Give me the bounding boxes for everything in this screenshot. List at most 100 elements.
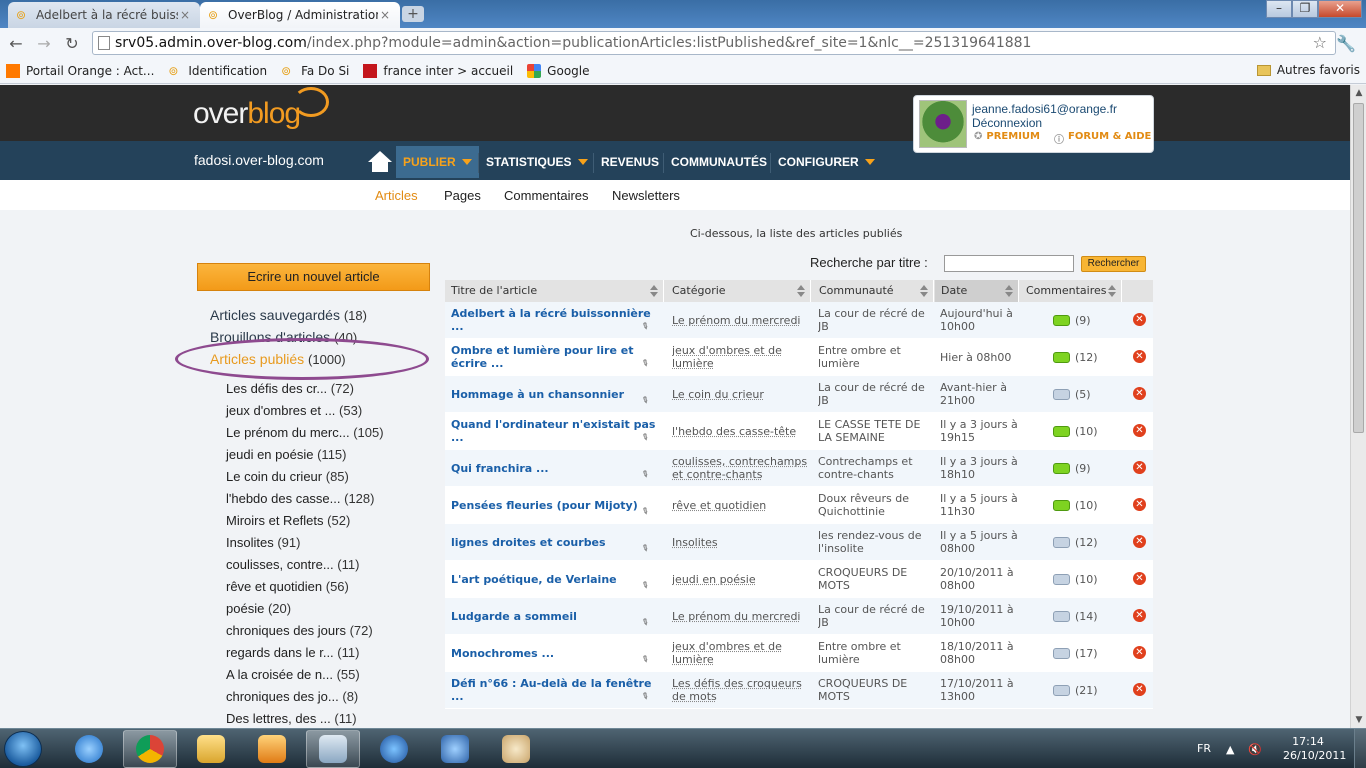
logout-link[interactable]: Déconnexion [972,116,1042,130]
table-row[interactable]: L'art poétique, de Verlaine ✎ jeudi en poé… [445,561,1153,598]
header-title[interactable]: Titre de l'article [445,280,664,302]
article-category-link[interactable]: Les défis des croqueurs de mots [672,672,812,708]
article-comments[interactable]: (12) [1053,524,1123,560]
table-row[interactable]: Ombre et lumière pour lire et écrire ...… [445,339,1153,376]
header-community[interactable]: Communauté [813,280,934,302]
article-title-link[interactable]: Ludgarde a sommeil [451,598,664,634]
taskbar-explorer[interactable] [184,730,238,768]
minimize-button[interactable]: – [1266,0,1292,18]
language-indicator[interactable]: FR [1197,742,1211,755]
table-row[interactable]: Monochromes ... ✎ jeux d'ombres et de lumi… [445,635,1153,672]
header-category[interactable]: Catégorie [666,280,811,302]
category-item[interactable]: chroniques des jo... (8) [226,689,358,704]
article-title-link[interactable]: Défi n°66 : Au-delà de la fenêtre ... [451,672,664,708]
menu-communautes[interactable]: COMMUNAUTÉS [664,146,774,178]
category-item[interactable]: Le coin du crieur (85) [226,469,349,484]
scroll-down-icon[interactable]: ▼ [1351,712,1366,728]
taskbar-paint[interactable] [489,730,543,768]
article-comments[interactable]: (14) [1053,598,1123,634]
category-item[interactable]: Le prénom du merc... (105) [226,425,384,440]
maximize-button[interactable]: ❐ [1292,0,1318,18]
category-item[interactable]: Les défis des cr... (72) [226,381,354,396]
delete-icon[interactable]: ✕ [1133,498,1146,511]
table-row[interactable]: lignes droites et courbes ✎ Insolites les r… [445,524,1153,561]
taskbar-itunes[interactable] [367,730,421,768]
article-category-link[interactable]: l'hebdo des casse-tête [672,413,812,449]
overblog-logo[interactable]: overblog [193,97,301,131]
table-row[interactable]: Ludgarde a sommeil ✎ Le prénom du mercredi… [445,598,1153,635]
taskbar-chrome[interactable] [123,730,177,768]
search-button[interactable]: Rechercher [1081,256,1146,272]
close-tab-icon[interactable]: × [378,8,392,22]
article-title-link[interactable]: lignes droites et courbes [451,524,664,560]
tab-adelbert[interactable]: ⊚ Adelbert à la récré buissonn × [8,2,200,28]
category-item[interactable]: jeux d'ombres et ... (53) [226,403,362,418]
forward-arrow-icon[interactable]: → [34,34,54,54]
speaker-muted-icon[interactable]: 🔇 [1248,743,1262,756]
menu-configurer[interactable]: CONFIGURER [771,146,882,178]
article-title-link[interactable]: Monochromes ... [451,635,664,671]
article-title-link[interactable]: L'art poétique, de Verlaine [451,561,664,597]
article-comments[interactable]: (21) [1053,672,1123,708]
article-comments[interactable]: (12) [1053,339,1123,375]
header-comments[interactable]: Commentaires [1020,280,1122,302]
delete-icon[interactable]: ✕ [1133,572,1146,585]
article-title-link[interactable]: Qui franchira ... [451,450,664,486]
article-category-link[interactable]: jeudi en poésie [672,561,812,597]
category-item[interactable]: rêve et quotidien (56) [226,579,349,594]
table-row[interactable]: Défi n°66 : Au-delà de la fenêtre ... ✎ Le… [445,672,1153,709]
address-bar[interactable]: srv05.admin.over-blog.com/index.php?modu… [92,31,1336,55]
category-item[interactable]: coulisses, contre... (11) [226,557,359,572]
premium-link[interactable]: PREMIUM [986,131,1040,146]
subnav-pages[interactable]: Pages [444,188,481,203]
header-date[interactable]: Date [935,280,1019,302]
bookmark-google[interactable]: Google [527,63,590,78]
tab-overblog-admin[interactable]: ⊚ OverBlog / Administration [ × [200,2,400,28]
wrench-icon[interactable]: 🔧 [1336,34,1356,53]
home-icon[interactable] [368,151,392,173]
category-item[interactable]: poésie (20) [226,601,291,616]
article-comments[interactable]: (9) [1053,302,1123,338]
reload-icon[interactable]: ↻ [62,34,82,54]
delete-icon[interactable]: ✕ [1133,535,1146,548]
table-row[interactable]: Hommage à un chansonnier ✎ Le coin du crie… [445,376,1153,413]
article-comments[interactable]: (10) [1053,413,1123,449]
article-category-link[interactable]: coulisses, contrechamps et contre-chants [672,450,812,486]
show-desktop-button[interactable] [1354,729,1366,768]
table-row[interactable]: Qui franchira ... ✎ coulisses, contrechamp… [445,450,1153,487]
bookmark-identification[interactable]: ⊚ Identification [168,64,267,78]
subnav-newsletters[interactable]: Newsletters [612,188,680,203]
delete-icon[interactable]: ✕ [1133,646,1146,659]
bookmark-star-icon[interactable]: ☆ [1313,33,1327,52]
menu-statistiques[interactable]: STATISTIQUES [479,146,595,178]
category-item[interactable]: Miroirs et Reflets (52) [226,513,350,528]
table-row[interactable]: Quand l'ordinateur n'existait pas ... ✎ l'… [445,413,1153,450]
category-item[interactable]: Des lettres, des ... (11) [226,711,357,726]
article-comments[interactable]: (17) [1053,635,1123,671]
article-category-link[interactable]: jeux d'ombres et de lumière [672,339,812,375]
article-category-link[interactable]: rêve et quotidien [672,487,812,523]
article-comments[interactable]: (10) [1053,487,1123,523]
close-window-button[interactable]: ✕ [1318,0,1362,18]
delete-icon[interactable]: ✕ [1133,387,1146,400]
article-category-link[interactable]: Le prénom du mercredi [672,598,812,634]
search-input[interactable] [944,255,1074,272]
windows-start-icon[interactable] [4,731,42,767]
article-title-link[interactable]: Ombre et lumière pour lire et écrire ... [451,339,664,375]
category-item[interactable]: Insolites (91) [226,535,300,550]
taskbar-media-player[interactable] [245,730,299,768]
article-title-link[interactable]: Adelbert à la récré buissonnière ... [451,302,664,338]
section-saved[interactable]: Articles sauvegardés (18) [210,307,367,323]
article-category-link[interactable]: jeux d'ombres et de lumière [672,635,812,671]
article-title-link[interactable]: Pensées fleuries (pour Mijoty) [451,487,664,523]
bookmark-france-inter[interactable]: france inter > accueil [363,63,513,78]
delete-icon[interactable]: ✕ [1133,461,1146,474]
delete-icon[interactable]: ✕ [1133,683,1146,696]
back-arrow-icon[interactable]: ← [6,34,26,54]
scroll-thumb[interactable] [1353,103,1364,433]
taskbar-thunderbird[interactable] [428,730,482,768]
subnav-articles[interactable]: Articles [375,188,418,203]
new-article-button[interactable]: Ecrire un nouvel article [197,263,430,291]
category-item[interactable]: l'hebdo des casse... (128) [226,491,374,506]
article-comments[interactable]: (9) [1053,450,1123,486]
